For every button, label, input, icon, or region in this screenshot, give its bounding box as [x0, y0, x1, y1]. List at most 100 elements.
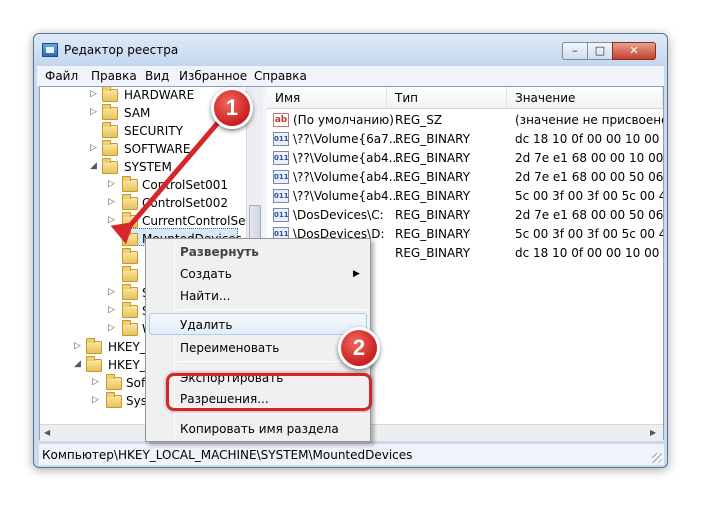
expand-arrow-icon[interactable]: ▷: [92, 395, 99, 405]
folder-icon: [102, 104, 118, 120]
value-name: (По умолчанию): [293, 113, 394, 127]
tree-node-label: SECURITY: [124, 124, 183, 138]
status-path: Компьютер\HKEY_LOCAL_MACHINE\SYSTEM\Moun…: [42, 448, 413, 462]
folder-icon: [102, 87, 118, 102]
binary-value-icon: 011: [273, 132, 289, 146]
menu-item-find[interactable]: Найти...: [180, 289, 230, 303]
folder-icon: [102, 122, 118, 138]
value-row[interactable]: 011 \DosDevices\C: REG_BINARY 2d 7e e1 6…: [267, 206, 663, 225]
scroll-right-icon[interactable]: ▶: [650, 428, 656, 437]
menu-separator: [178, 413, 366, 414]
minimize-button[interactable]: –: [562, 42, 588, 60]
menu-file[interactable]: Файл: [45, 69, 78, 83]
menu-separator: [178, 309, 366, 310]
permissions-highlight-box: [166, 373, 372, 411]
folder-icon: [122, 320, 138, 336]
folder-icon: [122, 248, 138, 264]
menu-item-copy-key-name[interactable]: Копировать имя раздела: [180, 422, 339, 436]
folder-icon: [106, 392, 122, 408]
tree-node-label: SAM: [124, 106, 151, 120]
menu-help[interactable]: Справка: [254, 69, 307, 83]
value-name: \??\Volume{6a7...: [293, 132, 401, 146]
menu-item-delete[interactable]: Удалить: [180, 318, 233, 332]
menu-separator: [178, 361, 366, 362]
tree-node-label: ControlSet001: [142, 178, 228, 192]
tree-node-label: SYSTEM: [124, 160, 172, 174]
resize-grip-icon[interactable]: [652, 453, 662, 463]
status-bar: Компьютер\HKEY_LOCAL_MACHINE\SYSTEM\Moun…: [39, 443, 664, 465]
value-data: 2d 7e e1 68 00 00 50 06 00 00: [515, 170, 663, 184]
menu-item-expand[interactable]: Развернуть: [180, 245, 259, 259]
tree-node-label: SOFTWARE: [124, 142, 191, 156]
value-row[interactable]: 011 \??\Volume{ab4... REG_BINARY 2d 7e e…: [267, 168, 663, 187]
context-menu: Развернуть Создать ▶ Найти... Удалить Пе…: [145, 238, 371, 442]
binary-value-icon: 011: [273, 189, 289, 203]
menu-bar: Файл Правка Вид Избранное Справка: [37, 66, 664, 86]
string-value-icon: ab: [273, 113, 289, 127]
value-data: 5c 00 3f 00 3f 00 5c 00 49 00 4: [515, 227, 663, 241]
folder-icon: [122, 302, 138, 318]
column-value[interactable]: Значение: [507, 87, 663, 109]
scroll-left-icon[interactable]: ◀: [44, 428, 50, 437]
value-row[interactable]: 011 \??\Volume{ab4... REG_BINARY 5c 00 3…: [267, 187, 663, 206]
expand-arrow-icon[interactable]: ▷: [108, 197, 115, 207]
submenu-arrow-icon: ▶: [353, 269, 360, 279]
folder-icon: [122, 212, 138, 228]
step-2-badge: 2: [338, 327, 380, 369]
expand-arrow-icon[interactable]: ▷: [74, 341, 81, 351]
folder-icon: [122, 230, 138, 246]
folder-icon: [122, 194, 138, 210]
folder-icon: [122, 266, 138, 282]
value-type: REG_BINARY: [395, 189, 471, 203]
menu-favorites[interactable]: Избранное: [179, 69, 247, 83]
value-data: (значение не присвоено): [515, 113, 663, 127]
value-data: dc 18 10 0f 00 00 10 00 00 00: [515, 246, 663, 260]
value-row[interactable]: 011 \??\Volume{ab4... REG_BINARY 2d 7e e…: [267, 149, 663, 168]
expand-arrow-icon[interactable]: ▷: [108, 215, 115, 225]
value-data: 2d 7e e1 68 00 00 10 00 00 00: [515, 151, 663, 165]
menu-view[interactable]: Вид: [145, 69, 169, 83]
collapse-arrow-icon[interactable]: ◢: [90, 161, 97, 171]
value-row[interactable]: ab (По умолчанию) REG_SZ (значение не пр…: [267, 111, 663, 130]
folder-icon: [86, 338, 102, 354]
collapse-arrow-icon[interactable]: ◢: [74, 359, 81, 369]
value-row[interactable]: 011 \??\Volume{6a7... REG_BINARY dc 18 1…: [267, 130, 663, 149]
value-type: REG_BINARY: [395, 151, 471, 165]
tree-node-label: HARDWARE: [124, 88, 195, 102]
expand-arrow-icon[interactable]: ▷: [108, 323, 115, 333]
value-name: \DosDevices\C:: [293, 208, 384, 222]
binary-value-icon: 011: [273, 170, 289, 184]
title-bar[interactable]: Редактор реестра – □ ✕: [34, 34, 667, 66]
expand-arrow-icon[interactable]: ▷: [92, 377, 99, 387]
binary-value-icon: 011: [273, 151, 289, 165]
value-data: 5c 00 3f 00 3f 00 5c 00 49 00 4: [515, 189, 663, 203]
regedit-app-icon: [42, 43, 58, 57]
value-type: REG_BINARY: [395, 132, 471, 146]
expand-arrow-icon[interactable]: ▷: [90, 143, 97, 153]
maximize-button[interactable]: □: [587, 42, 613, 60]
expand-arrow-icon[interactable]: ▷: [90, 89, 97, 99]
expand-arrow-icon[interactable]: ▷: [108, 179, 115, 189]
folder-icon: [122, 176, 138, 192]
value-name: \??\Volume{ab4...: [293, 189, 401, 203]
folder-icon: [106, 374, 122, 390]
menu-edit[interactable]: Правка: [91, 69, 137, 83]
folder-icon: [122, 284, 138, 300]
menu-item-rename[interactable]: Переименовать: [180, 341, 279, 355]
column-name[interactable]: Имя: [267, 87, 387, 109]
value-type: REG_BINARY: [395, 208, 471, 222]
step-1-badge: 1: [211, 87, 253, 129]
expand-arrow-icon[interactable]: ▷: [108, 305, 115, 315]
column-type[interactable]: Тип: [387, 87, 507, 109]
value-data: dc 18 10 0f 00 00 10 00 00 00: [515, 132, 663, 146]
value-name: \??\Volume{ab4...: [293, 151, 401, 165]
value-name: \??\Volume{ab4...: [293, 170, 401, 184]
expand-arrow-icon[interactable]: ▷: [90, 107, 97, 117]
tree-node-label: CurrentControlSet: [142, 214, 246, 228]
folder-icon: [86, 356, 102, 372]
folder-icon: [102, 158, 118, 174]
folder-icon: [102, 140, 118, 156]
expand-arrow-icon[interactable]: ▷: [108, 287, 115, 297]
close-button[interactable]: ✕: [612, 42, 656, 60]
menu-item-create[interactable]: Создать: [180, 267, 232, 281]
